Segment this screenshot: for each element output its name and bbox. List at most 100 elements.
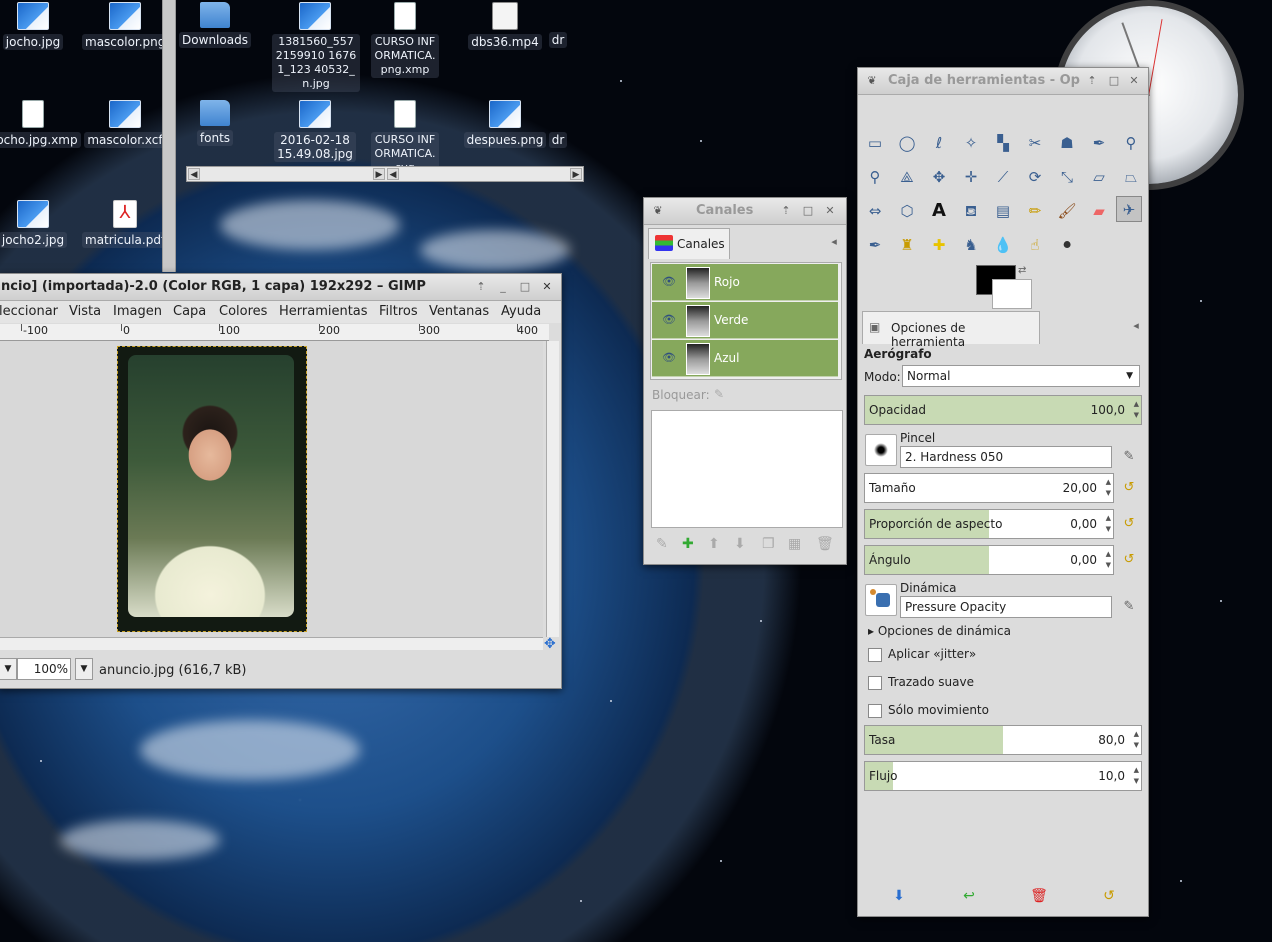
rate-slider[interactable]: Tasa 80,0 ▲ ▼ (864, 725, 1142, 755)
navigate-icon[interactable]: ✥ (544, 636, 556, 652)
horizontal-ruler[interactable]: -100 0 100 200 300 400 (0, 324, 549, 341)
save-options-icon[interactable]: ⬇ (890, 888, 908, 906)
reset-options-icon[interactable]: ↺ (1100, 888, 1118, 906)
dynamics-options-expander[interactable]: ▸ Opciones de dinámica (868, 624, 1011, 638)
new-channel-icon[interactable]: ✚ (682, 536, 694, 552)
motion-only-checkbox[interactable] (868, 704, 882, 718)
opacity-slider[interactable]: Opacidad 100,0 ▲ ▼ (864, 395, 1142, 425)
smooth-stroke-checkbox[interactable] (868, 676, 882, 690)
zoom-field[interactable]: 100% (17, 658, 71, 680)
lower-channel-icon[interactable]: ⬇ (734, 536, 746, 552)
desktop-icon[interactable]: mascolor.xcf (82, 100, 168, 148)
fuzzy-select-icon[interactable]: ✧ (958, 130, 984, 156)
restore-options-icon[interactable]: ↩ (960, 888, 978, 906)
heal-icon[interactable]: ✚ (926, 232, 952, 258)
spin-arrows-icon[interactable]: ▲ ▼ (1106, 477, 1111, 499)
spin-arrows-icon[interactable]: ▲ ▼ (1134, 399, 1139, 421)
cage-transform-icon[interactable]: ⬡ (894, 198, 920, 224)
eraser-icon[interactable]: ▰ (1086, 198, 1112, 224)
mode-dropdown[interactable]: Normal ▼ (902, 365, 1140, 387)
desktop-icon[interactable]: jocho.jpg (0, 2, 76, 50)
file-item[interactable]: dr (538, 32, 578, 48)
edit-brush-icon[interactable]: ✎ (1120, 448, 1138, 466)
maximize-icon[interactable]: □ (517, 279, 533, 295)
horizontal-scrollbar[interactable] (0, 637, 543, 650)
menu-colors[interactable]: Colores (219, 304, 267, 319)
crop-icon[interactable]: ⟋ (990, 164, 1016, 190)
menu-help[interactable]: Ayuda (501, 304, 541, 319)
flip-icon[interactable]: ⇔ (862, 198, 888, 224)
move-icon[interactable]: ✥ (926, 164, 952, 190)
aspect-ratio-slider[interactable]: Proporción de aspecto 0,00 ▲ ▼ (864, 509, 1114, 539)
desktop-icon[interactable]: jocho.jpg.xmp (0, 100, 81, 148)
scissors-icon[interactable]: ✂ (1022, 130, 1048, 156)
channel-to-selection-icon[interactable]: ▦ (788, 536, 801, 552)
edit-dynamics-icon[interactable]: ✎ (1120, 598, 1138, 616)
perspective-clone-icon[interactable]: ♞ (958, 232, 984, 258)
duplicate-channel-icon[interactable]: ❐ (762, 536, 775, 552)
desktop-icon[interactable]: jocho2.jpg (0, 200, 76, 248)
file-item[interactable]: dbs36.mp4 (462, 2, 548, 50)
channel-row[interactable]: 👁 Verde (652, 302, 838, 339)
gradient-icon[interactable]: ▤ (990, 198, 1016, 224)
menu-layer[interactable]: Capa (173, 304, 206, 319)
spin-arrows-icon[interactable]: ▲ ▼ (1134, 729, 1139, 751)
minimize-icon[interactable]: _ (495, 279, 511, 295)
visibility-eye-icon[interactable]: 👁 (662, 275, 676, 288)
menu-tools[interactable]: Herramientas (279, 304, 368, 319)
paths-icon[interactable]: ✒ (1086, 130, 1112, 156)
menu-windows[interactable]: Ventanas (429, 304, 489, 319)
close-icon[interactable]: ✕ (539, 279, 555, 295)
file-item[interactable]: 1381560_5572159910 16761_123 40532_n.jpg (272, 2, 360, 92)
lock-brush-icon[interactable]: ✎ (714, 387, 724, 401)
file-item[interactable]: despues.png (462, 100, 548, 148)
file-item[interactable]: Downloads (172, 2, 258, 48)
airbrush-icon[interactable]: ✈ (1116, 196, 1142, 222)
visibility-eye-icon[interactable]: 👁 (662, 351, 676, 364)
reset-angle-icon[interactable]: ↺ (1120, 551, 1138, 569)
swap-colors-icon[interactable]: ⇄ (1018, 265, 1026, 276)
rotate-icon[interactable]: ⟳ (1022, 164, 1048, 190)
reset-aspect-icon[interactable]: ↺ (1120, 515, 1138, 533)
brush-name-field[interactable]: 2. Hardness 050 (900, 446, 1112, 468)
blur-icon[interactable]: 💧 (990, 232, 1016, 258)
file-item[interactable]: 2016-02-18 15.49.08.jpg (272, 100, 358, 162)
rect-select-icon[interactable]: ▭ (862, 130, 888, 156)
menu-view[interactable]: Vista (69, 304, 101, 319)
menu-filters[interactable]: Filtros (379, 304, 418, 319)
paintbrush-icon[interactable]: 🖌 (1054, 198, 1080, 224)
tab-menu-icon[interactable]: ◂ (1128, 318, 1144, 334)
measure-icon[interactable]: ⟁ (894, 164, 920, 190)
text-tool-icon[interactable]: A (926, 198, 952, 224)
maximize-icon[interactable]: □ (800, 203, 816, 219)
dynamics-name-field[interactable]: Pressure Opacity (900, 596, 1112, 618)
smudge-icon[interactable]: ☝ (1022, 232, 1048, 258)
flow-slider[interactable]: Flujo 10,0 ▲ ▼ (864, 761, 1142, 791)
background-color-swatch[interactable] (992, 279, 1032, 309)
file-manager-horizontal-scrollbar[interactable]: ◀ ▶ ◀ ▶ (186, 166, 584, 182)
ellipse-select-icon[interactable]: ◯ (894, 130, 920, 156)
raise-channel-icon[interactable]: ⬆ (708, 536, 720, 552)
tab-channels[interactable]: Canales (648, 228, 730, 259)
menu-select[interactable]: leccionar (0, 304, 58, 319)
tab-tool-options[interactable]: ▣ Opciones de herramienta (862, 311, 1040, 349)
toolbox-window[interactable]: ❦ Caja de herramientas - Op ⇡ □ ✕ ▭ ◯ ℓ … (857, 67, 1149, 917)
channels-dialog[interactable]: ❦ Canales ⇡ □ ✕ Canales ◂ 👁 Rojo 👁 Verde… (643, 197, 847, 565)
image-window-titlebar[interactable]: ncio] (importada)-2.0 (Color RGB, 1 capa… (0, 274, 561, 301)
vertical-scrollbar[interactable] (546, 341, 559, 637)
toolbox-titlebar[interactable]: ❦ Caja de herramientas - Op ⇡ □ ✕ (858, 68, 1148, 95)
delete-channel-icon[interactable]: 🗑 (816, 536, 834, 552)
file-item[interactable]: CURSO INFORMATICA.svg (362, 100, 448, 176)
close-icon[interactable]: ✕ (1126, 73, 1142, 89)
scale-icon[interactable]: ⤡ (1054, 164, 1080, 190)
file-item[interactable]: CURSO INFORMATICA.png.xmp (362, 2, 448, 78)
perspective-icon[interactable]: ⏢ (1118, 164, 1144, 190)
color-picker-icon[interactable]: ⚲ (1118, 130, 1144, 156)
image-layer-boundary[interactable] (117, 346, 307, 632)
close-icon[interactable]: ✕ (822, 203, 838, 219)
angle-slider[interactable]: Ángulo 0,00 ▲ ▼ (864, 545, 1114, 575)
scroll-right-icon[interactable]: ▶ (373, 168, 385, 180)
shear-icon[interactable]: ▱ (1086, 164, 1112, 190)
channel-row[interactable]: 👁 Rojo (652, 264, 838, 301)
bucket-fill-icon[interactable]: ⛾ (958, 198, 984, 224)
